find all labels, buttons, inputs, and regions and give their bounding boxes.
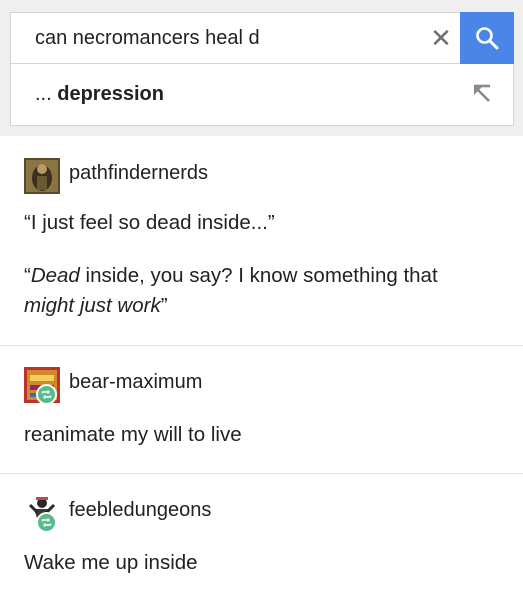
post-text: reanimate my will to live bbox=[24, 423, 242, 446]
close-icon[interactable]: ✕ bbox=[423, 13, 459, 63]
reblog-icon bbox=[36, 384, 57, 405]
reblog-icon bbox=[36, 512, 57, 533]
reply-part: inside, you say? I know something that bbox=[79, 264, 438, 287]
search-button[interactable] bbox=[460, 12, 514, 64]
suggestion-prefix: ... bbox=[35, 83, 58, 105]
divider bbox=[0, 473, 523, 474]
page: ✕ ... depression bbox=[0, 0, 523, 600]
avatar[interactable] bbox=[24, 367, 60, 405]
arrow-up-left-icon[interactable] bbox=[465, 78, 499, 110]
post-text: Wake me up inside bbox=[24, 551, 198, 574]
search-bar: ✕ bbox=[10, 12, 514, 64]
reply-part: “ bbox=[24, 264, 31, 287]
post-reply: “Dead inside, you say? I know something … bbox=[24, 261, 514, 321]
avatar[interactable] bbox=[24, 495, 60, 533]
divider bbox=[0, 345, 523, 346]
reply-part: might just work bbox=[24, 294, 161, 317]
avatar[interactable] bbox=[24, 158, 60, 194]
username[interactable]: pathfindernerds bbox=[69, 162, 208, 185]
username[interactable]: bear-maximum bbox=[69, 371, 202, 394]
search-area: ✕ ... depression bbox=[0, 0, 523, 136]
search-icon bbox=[476, 27, 499, 50]
post: feebledungeons Wake me up inside bbox=[0, 495, 523, 600]
post-text: “I just feel so dead inside...” bbox=[24, 211, 275, 234]
reply-part: ” bbox=[160, 294, 168, 317]
search-suggestion[interactable]: ... depression bbox=[10, 64, 514, 126]
search-input[interactable] bbox=[11, 13, 411, 63]
reply-part: Dead bbox=[30, 264, 80, 287]
suggestion-text: ... depression bbox=[35, 64, 164, 124]
username[interactable]: feebledungeons bbox=[69, 499, 211, 522]
post: pathfindernerds “I just feel so dead ins… bbox=[0, 158, 523, 346]
post: bear-maximum reanimate my will to live bbox=[0, 367, 523, 467]
suggestion-completion: depression bbox=[57, 83, 164, 105]
